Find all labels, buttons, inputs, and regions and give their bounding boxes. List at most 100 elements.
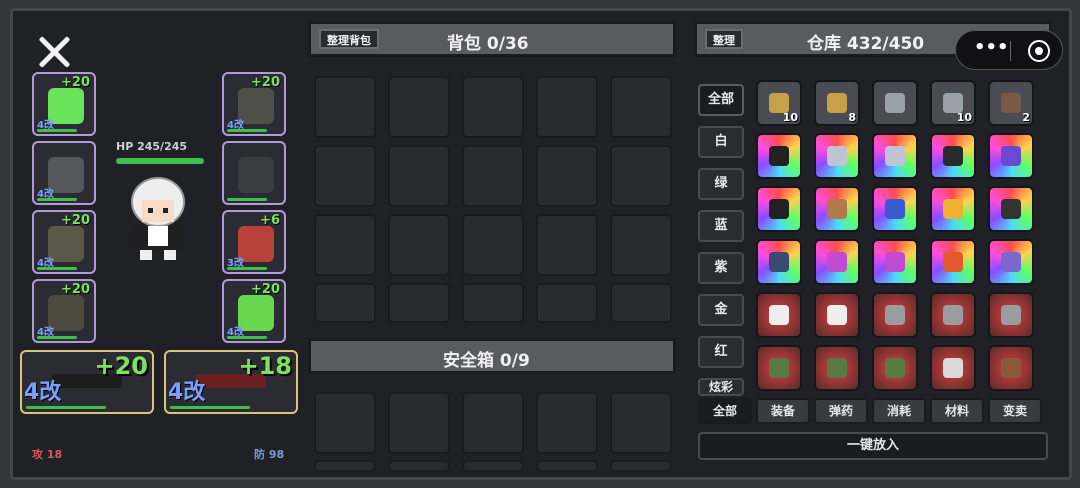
storage-item[interactable]	[930, 292, 976, 338]
bag-slot[interactable]	[388, 214, 450, 276]
storage-item[interactable]	[814, 239, 860, 285]
hp-label: HP 245/245	[116, 140, 188, 153]
equip-slot-gloves[interactable]: +6 3改	[222, 210, 286, 274]
bag-slot[interactable]	[462, 283, 524, 323]
storage-item[interactable]	[756, 133, 802, 179]
storage-item[interactable]	[814, 292, 860, 338]
item-count: 10	[782, 111, 798, 124]
storage-item[interactable]	[872, 133, 918, 179]
item-icon	[943, 93, 963, 113]
filter-0[interactable]: 全部	[698, 84, 744, 116]
bag-slot[interactable]	[536, 214, 598, 276]
enhance-level: +20	[251, 75, 280, 90]
item-icon	[827, 252, 847, 272]
storage-item[interactable]: 8	[814, 80, 860, 126]
bag-slot[interactable]	[610, 76, 672, 138]
bag-slot[interactable]	[388, 283, 450, 323]
sort-storage-button[interactable]: 整理	[705, 29, 743, 49]
tab-0[interactable]: 全部	[698, 398, 752, 424]
storage-item[interactable]	[988, 133, 1034, 179]
storage-item[interactable]	[930, 345, 976, 391]
equip-slot-backpack[interactable]	[222, 141, 286, 205]
equip-slot-pants[interactable]: +20 4改	[32, 210, 96, 274]
item-icon	[943, 199, 963, 219]
storage-item[interactable]	[930, 133, 976, 179]
bag-slot[interactable]	[314, 145, 376, 207]
storage-item[interactable]	[930, 186, 976, 232]
safe-box-slot[interactable]	[314, 460, 376, 472]
equip-slot-slime[interactable]: +20 4改	[32, 72, 96, 136]
storage-item[interactable]	[872, 345, 918, 391]
bag-slot[interactable]	[388, 145, 450, 207]
item-icon	[885, 146, 905, 166]
enhance-level: +20	[94, 352, 148, 380]
sort-bag-button[interactable]: 整理背包	[319, 29, 379, 49]
enhance-level: +20	[61, 75, 90, 90]
storage-item[interactable]: 10	[756, 80, 802, 126]
bag-slot[interactable]	[610, 145, 672, 207]
storage-item[interactable]	[756, 345, 802, 391]
weapon-slot-primary[interactable]: +20 4改	[20, 350, 154, 414]
storage-item[interactable]	[872, 239, 918, 285]
tab-4[interactable]: 材料	[930, 398, 984, 424]
filter-3[interactable]: 蓝	[698, 210, 744, 242]
bag-slot[interactable]	[536, 145, 598, 207]
storage-item[interactable]	[872, 292, 918, 338]
hp-bar	[116, 158, 204, 164]
bag-slot[interactable]	[610, 283, 672, 323]
storage-item[interactable]	[756, 239, 802, 285]
safe-box-slot[interactable]	[536, 460, 598, 472]
tab-2[interactable]: 弹药	[814, 398, 868, 424]
storage-item[interactable]: 2	[988, 80, 1034, 126]
close-target-icon[interactable]	[1028, 40, 1050, 62]
storage-item[interactable]	[756, 186, 802, 232]
bag-slot[interactable]	[314, 214, 376, 276]
filter-4[interactable]: 紫	[698, 252, 744, 284]
safe-box-slot[interactable]	[314, 392, 376, 454]
more-icon[interactable]: •••	[974, 37, 1009, 58]
filter-1[interactable]: 白	[698, 126, 744, 158]
equip-slot-armor-vest[interactable]: 4改	[32, 141, 96, 205]
tab-3[interactable]: 消耗	[872, 398, 926, 424]
bag-slot[interactable]	[314, 283, 376, 323]
equip-slot-boots[interactable]: +20 4改	[32, 279, 96, 343]
bag-slot[interactable]	[610, 214, 672, 276]
storage-item[interactable]	[988, 345, 1034, 391]
storage-item[interactable]	[872, 80, 918, 126]
storage-item[interactable]	[872, 186, 918, 232]
one-click-deposit-button[interactable]: 一键放入	[698, 432, 1048, 460]
tab-5[interactable]: 变卖	[988, 398, 1042, 424]
safe-box-slot[interactable]	[536, 392, 598, 454]
equip-slot-green-blade[interactable]: +20 4改	[222, 279, 286, 343]
bag-slot[interactable]	[314, 76, 376, 138]
weapon-slot-secondary[interactable]: +18 4改	[164, 350, 298, 414]
storage-item[interactable]: 10	[930, 80, 976, 126]
safe-box-slot[interactable]	[388, 392, 450, 454]
safe-box-slot[interactable]	[610, 460, 672, 472]
storage-item[interactable]	[930, 239, 976, 285]
bag-slot[interactable]	[536, 283, 598, 323]
safe-box-slot[interactable]	[462, 392, 524, 454]
bag-slot[interactable]	[462, 214, 524, 276]
storage-item[interactable]	[988, 239, 1034, 285]
safe-box-slot[interactable]	[388, 460, 450, 472]
safe-box-slot[interactable]	[462, 460, 524, 472]
bag-slot[interactable]	[462, 76, 524, 138]
storage-item[interactable]	[988, 186, 1034, 232]
safe-box-slot[interactable]	[610, 392, 672, 454]
bag-slot[interactable]	[462, 145, 524, 207]
close-icon[interactable]	[36, 34, 72, 70]
filter-6[interactable]: 红	[698, 336, 744, 368]
bag-slot[interactable]	[536, 76, 598, 138]
storage-item[interactable]	[988, 292, 1034, 338]
storage-item[interactable]	[756, 292, 802, 338]
storage-item[interactable]	[814, 133, 860, 179]
filter-2[interactable]: 绿	[698, 168, 744, 200]
bag-slot[interactable]	[388, 76, 450, 138]
storage-item[interactable]	[814, 345, 860, 391]
filter-7[interactable]: 炫彩	[698, 378, 744, 396]
equip-slot-tactical-vest[interactable]: +20 4改	[222, 72, 286, 136]
filter-5[interactable]: 金	[698, 294, 744, 326]
tab-1[interactable]: 装备	[756, 398, 810, 424]
storage-item[interactable]	[814, 186, 860, 232]
